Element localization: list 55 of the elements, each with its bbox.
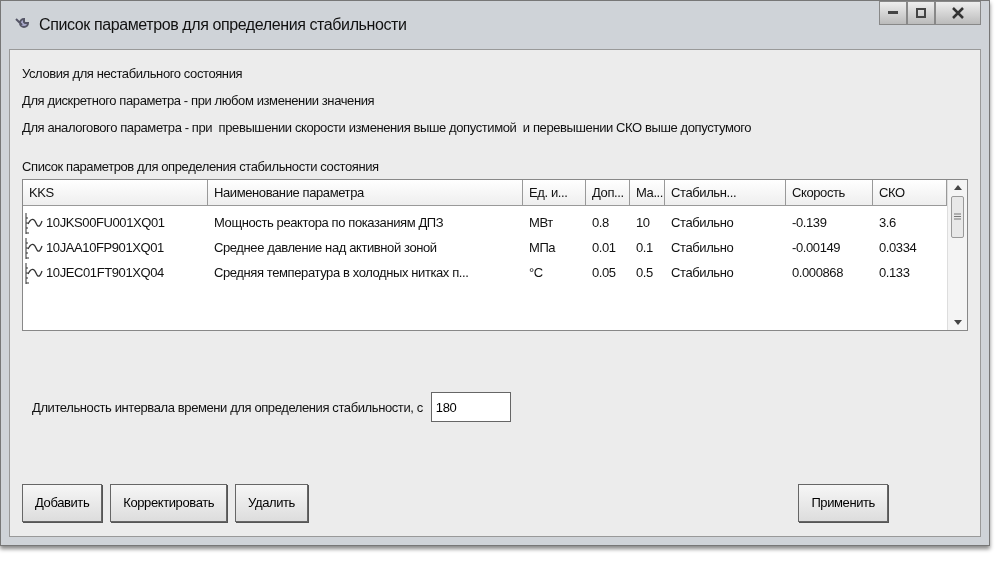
maximize-button[interactable] <box>907 1 935 25</box>
table-cell-text: 10JKS00FU001XQ01 <box>46 213 165 232</box>
minimize-icon <box>888 11 898 15</box>
condition-text: Для дискретного параметра - при любом изменении значения <box>22 93 375 108</box>
table-cell: 0.5 <box>636 264 653 280</box>
table-cell: 0.01 <box>592 239 616 255</box>
table-cell: МПа <box>529 239 556 255</box>
interval-label: Длительность интервала времени для определения стабильности, с <box>32 398 423 417</box>
column-header[interactable]: Скорость <box>786 179 873 206</box>
table-cell: Средняя температура в холодных нитках п... <box>214 264 469 280</box>
trend-icon <box>25 211 43 234</box>
scrollbar-thumb[interactable] <box>951 195 964 238</box>
apply-button[interactable]: Применить <box>798 484 888 522</box>
scroll-up-icon[interactable] <box>953 183 962 190</box>
table-cell: Стабильно <box>671 264 734 280</box>
close-icon <box>952 7 964 19</box>
column-header[interactable]: Ед. и... <box>523 179 586 206</box>
table-cell-text: 10JEC01FT901XQ04 <box>46 263 164 282</box>
table-cell: Стабильно <box>671 214 734 230</box>
column-header[interactable]: СКО <box>873 179 947 206</box>
trend-icon <box>25 261 43 284</box>
column-header[interactable]: KKS <box>23 179 208 206</box>
table-cell: 0.133 <box>879 264 910 280</box>
table-cell: 0.8 <box>592 214 609 230</box>
trend-icon <box>25 236 43 259</box>
window-title: Список параметров для определения стабильности <box>39 15 407 35</box>
minimize-button[interactable] <box>879 1 907 25</box>
table-cell: 0.0334 <box>879 239 917 255</box>
table-cell: -0.00149 <box>792 239 841 255</box>
table-cell: Мощность реактора по показаниям ДПЗ <box>214 214 444 230</box>
table-cell: 0.1 <box>636 239 653 255</box>
table-cell: МВт <box>529 214 553 230</box>
table-cell: °С <box>529 264 543 280</box>
list-label: Список параметров для определения стабильности состояния <box>22 158 379 176</box>
table-cell: Стабильно <box>671 239 734 255</box>
column-header[interactable]: Стабильн... <box>665 179 786 206</box>
toolbar-button[interactable]: Добавить <box>22 484 103 522</box>
table-cell-text: 10JAA10FP901XQ01 <box>46 238 164 257</box>
column-header[interactable]: Доп... <box>586 179 630 206</box>
maximize-icon <box>916 8 926 18</box>
close-button[interactable] <box>935 1 981 25</box>
table-cell: 0.05 <box>592 264 616 280</box>
toolbar-button[interactable]: Корректировать <box>110 484 228 522</box>
condition-text: Для аналогового параметра - при превышении скорости изменения выше допустимой и перевышении СКО выше допустумого <box>22 120 752 135</box>
table-cell: Среднее давление над активной зоной <box>214 239 437 255</box>
scroll-down-icon[interactable] <box>953 319 962 326</box>
table-cell: 10 <box>636 214 650 230</box>
interval-field[interactable]: 180 <box>430 392 511 423</box>
column-header[interactable]: Ма... <box>630 179 665 206</box>
toolbar-button[interactable]: Удалить <box>235 484 308 522</box>
condition-text: Условия для нестабильного состояния <box>22 66 243 81</box>
table-cell: -0.139 <box>792 214 827 230</box>
column-header[interactable]: Наименование параметра <box>208 179 523 206</box>
table-cell: 0.000868 <box>792 264 844 280</box>
table-cell: 3.6 <box>879 214 896 230</box>
